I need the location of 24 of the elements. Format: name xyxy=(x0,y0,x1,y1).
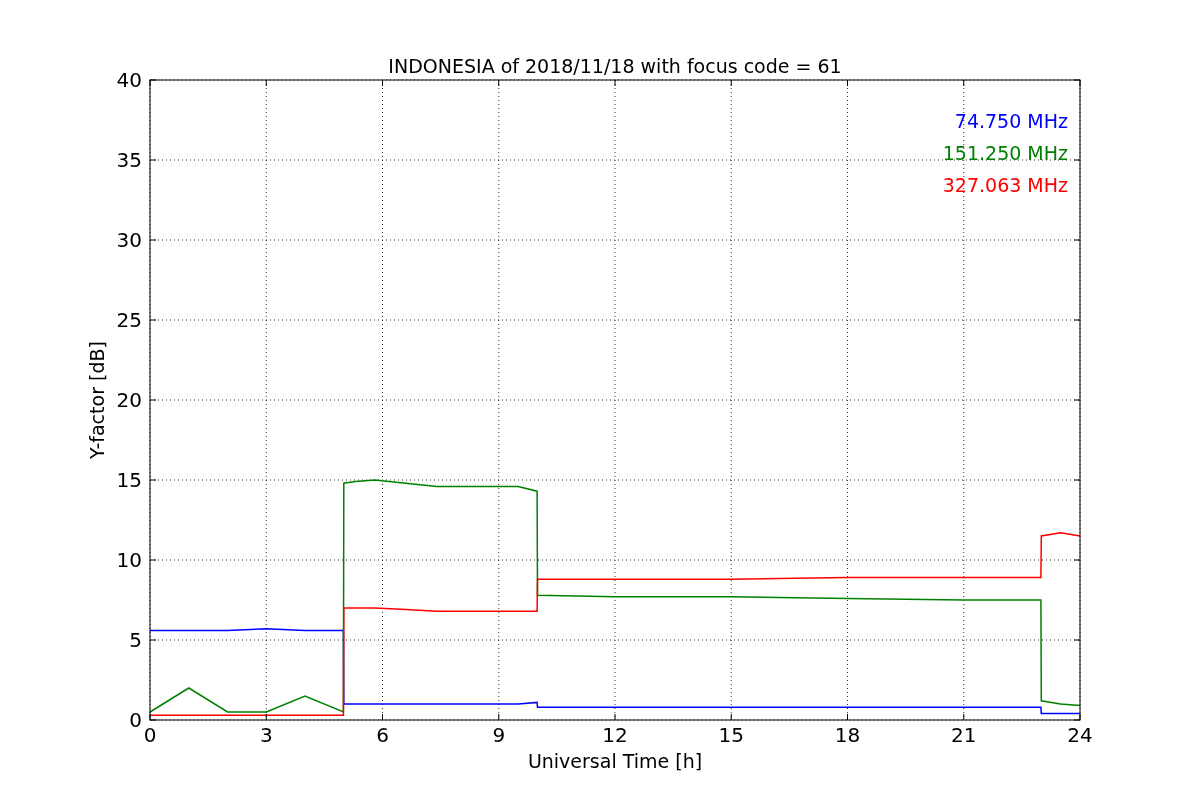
x-tick-label: 9 xyxy=(492,723,506,747)
x-tick-label: 15 xyxy=(718,723,744,747)
y-tick-label: 5 xyxy=(129,628,142,652)
y-tick-label: 25 xyxy=(116,308,142,332)
y-tick-label: 15 xyxy=(116,468,142,492)
y-tick-label: 0 xyxy=(129,708,142,732)
x-tick-label: 12 xyxy=(602,723,628,747)
y-tick-label: 30 xyxy=(116,228,142,252)
x-axis-label: Universal Time [h] xyxy=(527,750,703,772)
x-tick-label: 24 xyxy=(1067,723,1093,747)
y-tick-label: 20 xyxy=(116,388,142,412)
x-tick-label: 0 xyxy=(143,723,157,747)
x-tick-label: 18 xyxy=(834,723,861,747)
y-axis-label: Y-factor [dB] xyxy=(86,341,108,459)
y-tick-label: 35 xyxy=(116,148,142,172)
legend-label: 74.750 MHz xyxy=(954,110,1068,132)
legend-label: 327.063 MHz xyxy=(942,174,1068,196)
x-tick-label: 3 xyxy=(259,723,273,747)
x-tick-label: 6 xyxy=(376,723,389,747)
legend-label: 151.250 MHz xyxy=(942,142,1068,164)
chart-title: INDONESIA of 2018/11/18 with focus code = 61 xyxy=(388,55,842,77)
y-tick-label: 10 xyxy=(116,548,142,572)
y-tick-label: 40 xyxy=(116,68,142,92)
x-tick-label: 21 xyxy=(951,723,977,747)
